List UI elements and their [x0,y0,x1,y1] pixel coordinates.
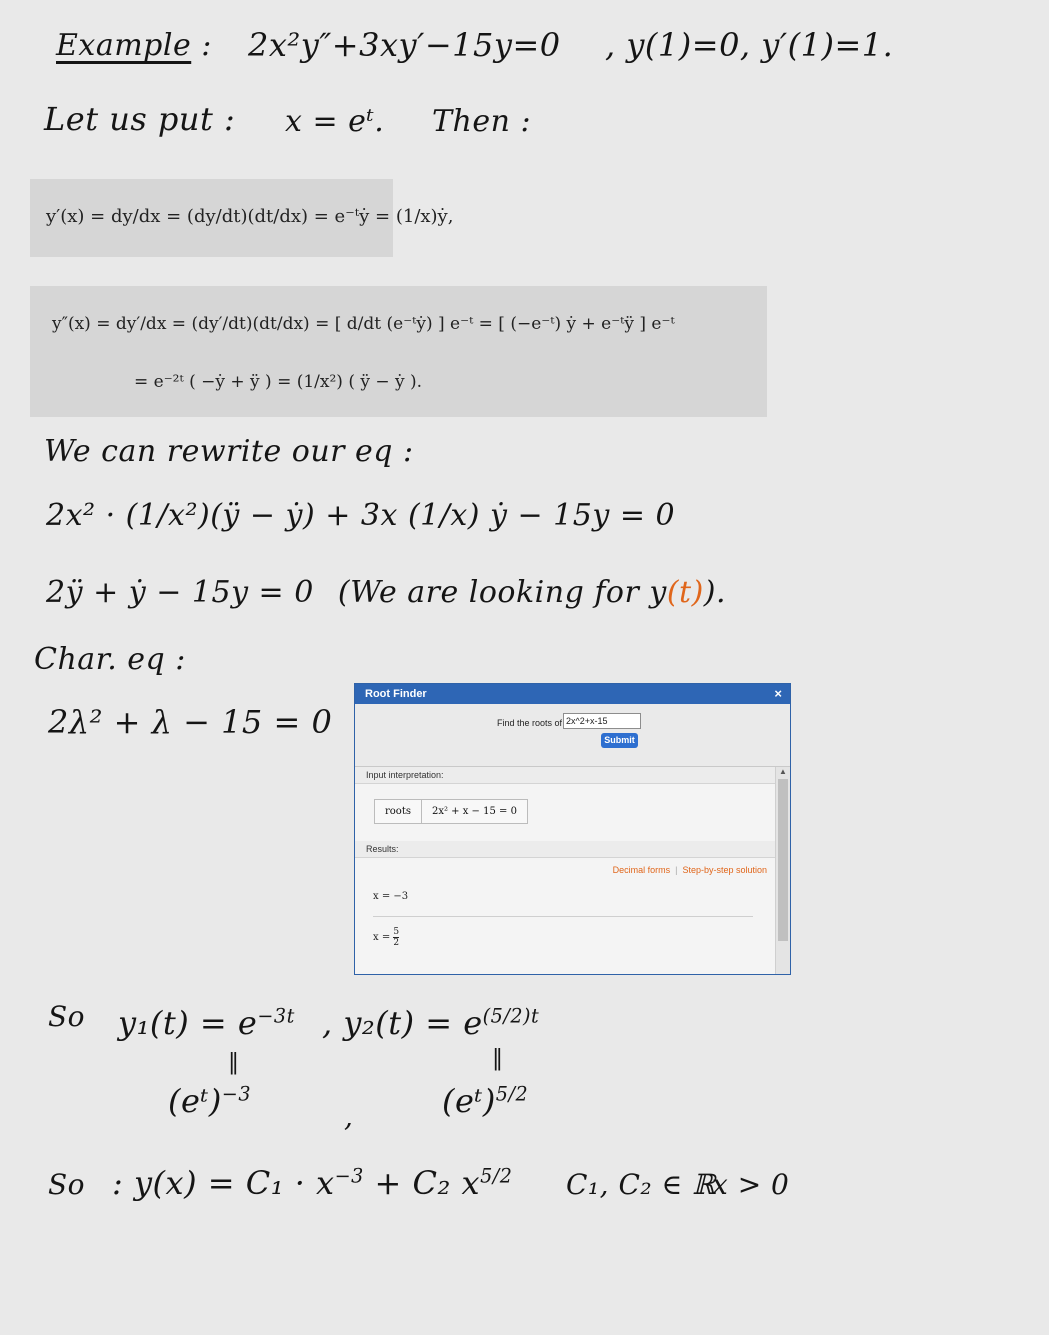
results-scrollbar[interactable]: ▲ [775,767,790,974]
general-solution: : y(x) = C₁ · x−3 + C₂ x5/2 [112,1164,512,1202]
general-solution-second-term: + C₂ x [374,1164,481,1202]
looking-for-end: ). [703,575,727,610]
rewrite-label: We can rewrite our eq : [44,434,414,469]
input-interpretation-label: Input interpretation: [355,767,775,784]
first-derivative-formula: y′(x) = dy/dx = (dy/dt)(dt/dx) = e⁻ᵗẏ = … [46,206,454,227]
result-root-2: x = 5 2 [373,927,400,948]
substitution: x = eᵗ. [285,104,385,139]
general-solution-exp2: 5/2 [480,1164,513,1188]
result-root-2-denominator: 2 [393,937,400,948]
constants-domain: C₁, C₂ ∈ ℝ [566,1168,716,1201]
et-power-1: (eᵗ)−3 [168,1082,251,1120]
y1-base: y₁(t) = e [118,1004,258,1042]
et-power-2-exponent: 5/2 [495,1082,529,1106]
general-solution-exp1: −3 [334,1164,364,1188]
second-derivative-line2: = e⁻²ᵗ ( −ẏ + ÿ ) = (1/x²) ( ÿ − ẏ ). [134,372,423,392]
let-us-put: Let us put : [44,100,236,138]
y2-base: , y₂(t) = e [322,1004,483,1042]
so-label-1: So [48,1000,86,1033]
scrollbar-thumb[interactable] [778,779,788,941]
example-word: Example [56,28,192,63]
equals-mark-2: ‖ [492,1046,504,1071]
decimal-forms-link[interactable]: Decimal forms [613,865,671,875]
et-power-1-base: (eᵗ) [168,1082,222,1120]
rewritten-equation: 2x² · (1/x²)(ÿ − ẏ) + 3x (1/x) ẏ − 15y =… [46,498,676,533]
result-links: Decimal forms | Step-by-step solution [612,865,767,875]
char-equation: 2λ² + λ − 15 = 0 [48,703,333,741]
find-roots-label: Find the roots of [497,718,563,728]
result-root-2-prefix: x = [373,932,391,943]
polynomial-input[interactable] [563,713,641,729]
x-domain: x > 0 [712,1168,790,1201]
example-colon: : [201,28,212,63]
y1-exponent: −3t [257,1004,295,1028]
root-finder-input-panel: Find the roots of Submit [355,704,790,767]
so-label-2: So [48,1168,86,1201]
y2-exponent: (5/2)t [482,1004,540,1028]
submit-button[interactable]: Submit [601,733,638,748]
step-by-step-link[interactable]: Step-by-step solution [682,865,767,875]
first-derivative-box: y′(x) = dy/dx = (dy/dt)(dt/dx) = e⁻ᵗẏ = … [30,179,453,257]
general-solution-first-term: : y(x) = C₁ · x [112,1164,335,1202]
y1-solution: y₁(t) = e−3t [118,1004,295,1042]
result-root-1: x = −3 [373,891,409,902]
second-derivative-line1: y″(x) = dy′/dx = (dy′/dt)(dt/dx) = [ d/d… [52,314,675,334]
comma-between: , [344,1100,354,1133]
ode-equation: 2x²y″+3xy′−15y=0 [248,26,561,64]
et-power-2: (eᵗ)5/2 [442,1082,528,1120]
then-label: Then : [432,104,532,139]
char-eq-label: Char. eq : [34,642,186,677]
et-power-1-exponent: −3 [221,1082,252,1106]
result-root-2-numerator: 5 [393,927,400,937]
looking-for-text: (We are looking for y [337,575,667,610]
results-scroll-area: Input interpretation: roots 2x² + x − 15… [355,767,775,974]
result-divider [373,916,753,917]
reduced-equation-line: 2ÿ + ẏ − 15y = 0 (We are looking for y(t… [46,575,726,610]
results-label: Results: [355,841,775,858]
looking-for-variable: (t) [666,575,704,610]
y2-solution: , y₂(t) = e(5/2)t [322,1004,539,1042]
example-label: Example : [56,28,212,63]
second-derivative-box: y″(x) = dy′/dx = (dy′/dt)(dt/dx) = [ d/d… [30,286,767,417]
root-finder-titlebar: Root Finder × [355,684,790,704]
initial-conditions: , y(1)=0, y′(1)=1. [605,26,894,64]
scroll-up-arrow-icon[interactable]: ▲ [779,767,787,776]
root-finder-dialog: Root Finder × Find the roots of Submit I… [354,683,791,975]
root-finder-title: Root Finder [365,688,427,700]
roots-label: roots [375,800,422,823]
reduced-equation: 2ÿ + ẏ − 15y = 0 [46,575,314,610]
et-power-2-base: (eᵗ) [442,1082,496,1120]
close-icon[interactable]: × [774,684,782,704]
input-interpretation-box: roots 2x² + x − 15 = 0 [374,799,528,824]
roots-expression: 2x² + x − 15 = 0 [431,806,517,817]
equals-mark-1: ‖ [228,1050,240,1075]
result-root-2-fraction: 5 2 [393,927,400,948]
